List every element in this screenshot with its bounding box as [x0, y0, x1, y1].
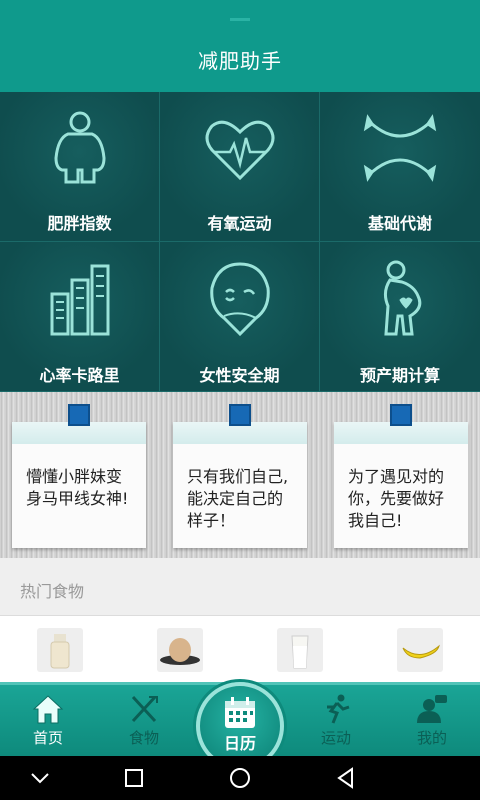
- status-indicator: [230, 18, 250, 21]
- tab-sport[interactable]: 运动: [296, 689, 376, 755]
- food-item-banana[interactable]: [397, 628, 443, 672]
- motivation-card[interactable]: 为了遇见对的你，先要做好我自己!: [334, 404, 468, 548]
- pregnancy-icon: [383, 260, 422, 336]
- body-fat-icon: [54, 111, 106, 184]
- heart-rate-icon: [205, 120, 275, 181]
- chevron-down-icon[interactable]: [26, 764, 54, 792]
- tab-mine[interactable]: 我的: [392, 689, 472, 755]
- card-text: 为了遇见对的你，先要做好我自己!: [348, 467, 445, 530]
- food-item-egg[interactable]: [157, 628, 203, 672]
- motivation-banner: 懵懂小胖妹变身马甲线女神! 只有我们自己,能决定自己的样子！ 为了遇见对的你，先…: [0, 392, 480, 558]
- status-bar: [0, 0, 480, 26]
- grid-item-label: 基础代谢: [367, 214, 432, 233]
- grid-item-heart-calorie[interactable]: 心率卡路里: [0, 242, 160, 392]
- grid-item-bmi[interactable]: 肥胖指数: [0, 92, 160, 242]
- home-circle-icon[interactable]: [226, 764, 254, 792]
- tab-label: 我的: [416, 729, 447, 747]
- tab-home[interactable]: 首页: [8, 689, 88, 755]
- tab-label: 首页: [32, 729, 63, 747]
- app-title: 减肥助手: [198, 48, 282, 73]
- feature-grid: 肥胖指数 有氧运动 基础代谢 心率卡路里 女性安全期 预产期计算: [0, 92, 480, 392]
- grid-item-label: 肥胖指数: [47, 214, 112, 233]
- hot-foods-list: [0, 616, 480, 682]
- grid-item-label: 有氧运动: [207, 214, 272, 233]
- tab-food[interactable]: 食物: [104, 689, 184, 755]
- grid-item-label: 预产期计算: [359, 366, 440, 385]
- banana-icon: [402, 644, 440, 659]
- runner-icon: [327, 694, 350, 724]
- grid-item-label: 女性安全期: [199, 366, 280, 385]
- card-text: 懵懂小胖妹变身马甲线女神!: [26, 467, 129, 508]
- motivation-card[interactable]: 懵懂小胖妹变身马甲线女神!: [12, 404, 146, 548]
- grid-item-label: 心率卡路里: [39, 366, 120, 385]
- card-text: 只有我们自己,能决定自己的样子！: [187, 467, 289, 530]
- system-nav-bar: [0, 756, 480, 800]
- grid-item-aerobic[interactable]: 有氧运动: [160, 92, 320, 242]
- calendar-label: 日历: [223, 734, 256, 753]
- grid-item-metabolism[interactable]: 基础代谢: [320, 92, 480, 242]
- metabolism-arrows-icon: [363, 114, 437, 182]
- pin-tab: [229, 404, 251, 426]
- pin-tab: [390, 404, 412, 426]
- food-item-milk-glass[interactable]: [277, 628, 323, 672]
- app-title-bar: 减肥助手: [0, 26, 480, 92]
- home-icon: [32, 695, 64, 724]
- egg-plate-icon: [160, 638, 200, 665]
- milk-glass-icon: [291, 635, 309, 669]
- pin-tab: [68, 404, 90, 426]
- hot-foods-title: 热门食物: [20, 582, 85, 601]
- motivation-card[interactable]: 只有我们自己,能决定自己的样子！: [173, 404, 307, 548]
- hot-foods-header: 热门食物: [0, 558, 480, 616]
- tab-label: 食物: [128, 729, 159, 747]
- calendar-icon: [225, 697, 255, 728]
- grid-item-due-date[interactable]: 预产期计算: [320, 242, 480, 392]
- recents-square-icon[interactable]: [120, 764, 148, 792]
- ruler-chart-icon: [50, 264, 110, 336]
- milk-bottle-icon: [50, 634, 70, 669]
- tab-label: 运动: [320, 729, 351, 747]
- fork-knife-icon: [131, 695, 158, 723]
- food-item-milk-bottle[interactable]: [37, 628, 83, 672]
- profile-icon: [417, 695, 447, 723]
- grid-item-safe-period[interactable]: 女性安全期: [160, 242, 320, 392]
- back-triangle-icon[interactable]: [332, 764, 360, 792]
- female-face-icon: [210, 262, 270, 337]
